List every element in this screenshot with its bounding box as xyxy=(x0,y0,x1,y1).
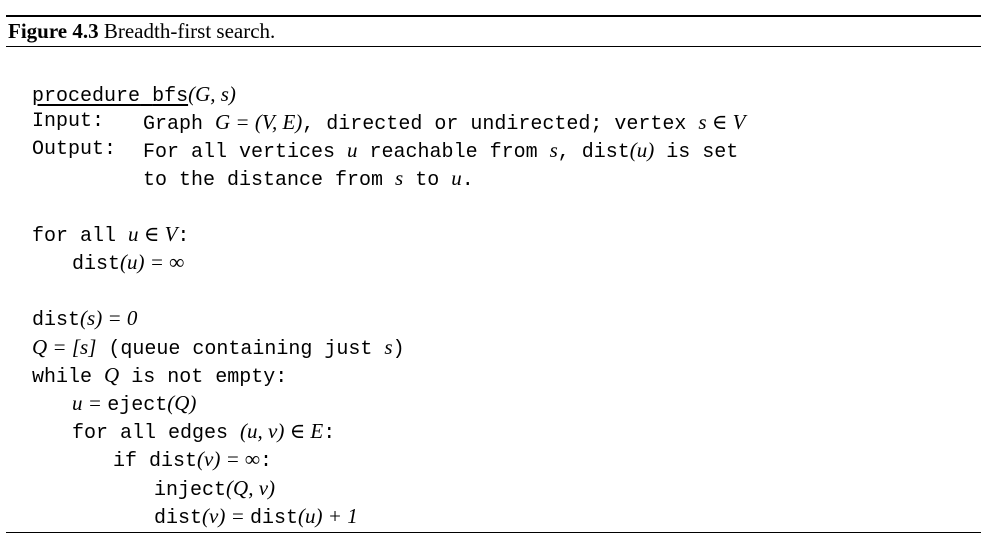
dist-keyword-2: dist xyxy=(250,507,299,530)
code-line-1: for all u ∈ V: xyxy=(8,192,189,248)
dist-keyword: dist xyxy=(154,507,203,530)
code-line-10: dist(v) = dist(u) + 1 xyxy=(130,474,358,530)
code-line-3: dist(s) = 0 xyxy=(8,276,137,332)
code-line-2-math: (u) = ∞ xyxy=(120,250,185,274)
input-text-2: , directed or undirected; vertex xyxy=(302,113,699,136)
dist-keyword: dist xyxy=(72,253,121,276)
output-line-2: to the distance from s to u. xyxy=(8,136,474,192)
output-line2-b: to xyxy=(403,169,452,192)
code-line-7: for all edges (u, v) ∈ E: xyxy=(48,389,335,445)
input-text-1: Graph xyxy=(143,113,216,136)
output-line2-c: . xyxy=(461,169,474,192)
input-math: G = (V, E) xyxy=(215,110,303,134)
code-line-7-colon: : xyxy=(323,422,336,445)
output-text-1: For all vertices xyxy=(143,141,348,164)
code-line-10-math-2: (u) + 1 xyxy=(298,504,358,528)
procedure-line: procedure bfs(G, s) xyxy=(8,52,236,108)
output-line2-s: s xyxy=(395,166,404,190)
output-text-2: reachable from xyxy=(357,141,550,164)
code-line-4: Q = [s] (queue containing just s) xyxy=(8,305,405,361)
procedure-args: (G, s) xyxy=(188,82,236,106)
code-line-9: inject(Q, v) xyxy=(130,446,275,502)
output-line2-u: u xyxy=(451,166,462,190)
procedure-name: bfs xyxy=(152,85,189,108)
code-line-6: u = eject(Q) xyxy=(48,361,196,417)
input-line: Input: Graph G = (V, E), directed or undi… xyxy=(8,80,745,136)
figure-title: Breadth-first search. xyxy=(98,19,276,43)
output-text-4: is set xyxy=(654,141,739,164)
code-line-4-s: s xyxy=(384,335,393,359)
bottom-rule xyxy=(6,532,981,533)
code-line-10-math-1: (v) = xyxy=(202,504,251,528)
code-line-4-end: ) xyxy=(392,338,405,361)
input-math-2: s ∈ V xyxy=(698,110,746,134)
figure-caption: Figure 4.3 Breadth-first search. xyxy=(8,17,275,45)
output-line: Output: For all vertices u reachable from… xyxy=(8,108,738,164)
code-line-5: while Q is not empty: xyxy=(8,333,287,389)
output-text-3: , dist xyxy=(557,141,630,164)
output-s: s xyxy=(549,138,558,162)
output-u: u xyxy=(347,138,358,162)
output-line2-a: to the distance from xyxy=(143,169,396,192)
output-paren-u: (u) xyxy=(629,138,655,162)
code-line-8: if dist(v) = ∞: xyxy=(89,417,272,473)
figure-label: Figure 4.3 xyxy=(8,19,99,43)
code-line-2: dist(u) = ∞ xyxy=(48,220,184,276)
output-label: Output: xyxy=(32,138,117,161)
caption-rule xyxy=(6,46,981,47)
